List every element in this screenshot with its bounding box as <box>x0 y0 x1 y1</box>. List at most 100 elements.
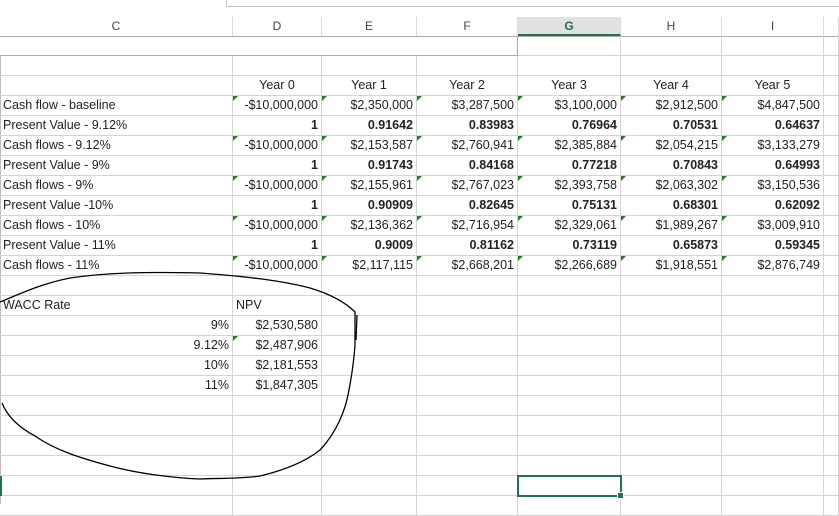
cell-empty[interactable] <box>417 416 518 436</box>
cell-empty[interactable] <box>233 476 322 496</box>
cell-empty[interactable] <box>417 356 518 376</box>
cell-empty[interactable] <box>824 196 839 216</box>
data-cell[interactable]: $1,918,551 <box>621 256 722 276</box>
cell-empty[interactable] <box>322 296 417 316</box>
cell-empty[interactable] <box>722 476 824 496</box>
wacc-rate-cell[interactable]: 9% <box>0 316 233 336</box>
data-cell[interactable]: -$10,000,000 <box>233 176 322 196</box>
cell-empty[interactable] <box>518 56 621 76</box>
cell-empty[interactable] <box>233 56 322 76</box>
column-header-i[interactable]: I <box>722 17 824 36</box>
data-cell[interactable]: $3,133,279 <box>722 136 824 156</box>
cell-empty[interactable] <box>518 356 621 376</box>
cell-empty[interactable] <box>518 416 621 436</box>
cell-empty[interactable] <box>0 456 233 476</box>
cell-empty[interactable] <box>621 336 722 356</box>
cell-empty[interactable] <box>322 436 417 456</box>
data-cell[interactable]: 0.91743 <box>322 156 417 176</box>
data-cell[interactable]: 1 <box>233 116 322 136</box>
data-cell[interactable]: $2,136,362 <box>322 216 417 236</box>
wacc-rate-cell[interactable]: 10% <box>0 356 233 376</box>
cell-empty[interactable] <box>0 396 233 416</box>
cell-empty[interactable] <box>0 436 233 456</box>
cell-empty[interactable] <box>518 376 621 396</box>
cell-empty[interactable] <box>518 496 621 516</box>
cell-empty[interactable] <box>722 276 824 296</box>
cell-empty[interactable] <box>824 56 839 76</box>
cell-empty[interactable] <box>824 416 839 436</box>
row-label[interactable]: Present Value - 9% <box>0 156 233 176</box>
data-cell[interactable]: $2,117,115 <box>322 256 417 276</box>
year-header[interactable]: Year 1 <box>322 76 417 96</box>
cell-empty[interactable] <box>0 476 233 496</box>
data-cell[interactable]: 0.77218 <box>518 156 621 176</box>
data-cell[interactable]: 0.9009 <box>322 236 417 256</box>
data-cell[interactable]: 0.76964 <box>518 116 621 136</box>
data-cell[interactable]: 0.82645 <box>417 196 518 216</box>
column-header-next[interactable] <box>824 17 839 36</box>
data-cell[interactable]: $3,150,536 <box>722 176 824 196</box>
data-cell[interactable]: $2,155,961 <box>322 176 417 196</box>
cell-empty[interactable] <box>518 436 621 456</box>
cell-empty[interactable] <box>233 416 322 436</box>
cell-empty[interactable] <box>824 176 839 196</box>
merged-cell-C1-F1[interactable] <box>0 36 518 56</box>
cell-empty[interactable] <box>417 276 518 296</box>
data-cell[interactable]: 1 <box>233 156 322 176</box>
cell-empty[interactable] <box>824 276 839 296</box>
cell-empty[interactable] <box>621 416 722 436</box>
cell-empty[interactable] <box>0 496 233 516</box>
cell-empty[interactable] <box>417 476 518 496</box>
cell-empty[interactable] <box>322 496 417 516</box>
data-cell[interactable]: $2,668,201 <box>417 256 518 276</box>
row-label[interactable]: Cash flows - 11% <box>0 256 233 276</box>
cell-empty[interactable] <box>518 456 621 476</box>
row-label[interactable]: Cash flow - baseline <box>0 96 233 116</box>
data-cell[interactable]: $2,329,061 <box>518 216 621 236</box>
npv-cell[interactable]: $1,847,305 <box>233 376 322 396</box>
column-header-h[interactable]: H <box>621 17 722 36</box>
cell-empty[interactable] <box>417 456 518 476</box>
column-header-f[interactable]: F <box>417 17 518 36</box>
data-cell[interactable]: 0.64637 <box>722 116 824 136</box>
cell-empty[interactable] <box>824 256 839 276</box>
column-header-d[interactable]: D <box>233 17 322 36</box>
year-header[interactable]: Year 3 <box>518 76 621 96</box>
cell-empty[interactable] <box>322 356 417 376</box>
data-cell[interactable]: $2,876,749 <box>722 256 824 276</box>
cell-empty[interactable] <box>233 436 322 456</box>
row-label[interactable]: Present Value - 11% <box>0 236 233 256</box>
row-label[interactable]: Cash flows - 10% <box>0 216 233 236</box>
cell-empty[interactable] <box>824 96 839 116</box>
wacc-rate-cell[interactable]: 11% <box>0 376 233 396</box>
cell-empty[interactable] <box>322 56 417 76</box>
cell-empty[interactable] <box>417 436 518 456</box>
npv-cell[interactable]: $2,487,906 <box>233 336 322 356</box>
cell-empty[interactable] <box>621 496 722 516</box>
cell-empty[interactable] <box>233 396 322 416</box>
cell-empty[interactable] <box>621 376 722 396</box>
row-label[interactable]: Cash flows - 9% <box>0 176 233 196</box>
npv-cell[interactable]: $2,530,580 <box>233 316 322 336</box>
column-header-g[interactable]: G <box>518 17 621 36</box>
cell-empty[interactable] <box>322 456 417 476</box>
year-header[interactable]: Year 5 <box>722 76 824 96</box>
cell-empty[interactable] <box>722 36 824 56</box>
cell-empty[interactable] <box>824 456 839 476</box>
data-cell[interactable]: 0.59345 <box>722 236 824 256</box>
cell-empty[interactable] <box>417 56 518 76</box>
cell-empty[interactable] <box>621 276 722 296</box>
cell-empty[interactable] <box>322 376 417 396</box>
cell-empty[interactable] <box>0 56 233 76</box>
cell-empty[interactable] <box>417 296 518 316</box>
cell-empty[interactable] <box>824 216 839 236</box>
data-cell[interactable]: 0.70531 <box>621 116 722 136</box>
data-cell[interactable]: 0.75131 <box>518 196 621 216</box>
data-cell[interactable]: -$10,000,000 <box>233 136 322 156</box>
npv-header[interactable]: NPV <box>233 296 322 316</box>
cell-empty[interactable] <box>824 316 839 336</box>
data-cell[interactable]: $2,350,000 <box>322 96 417 116</box>
cell-empty[interactable] <box>722 316 824 336</box>
data-cell[interactable]: $2,266,689 <box>518 256 621 276</box>
cell-empty[interactable] <box>0 416 233 436</box>
